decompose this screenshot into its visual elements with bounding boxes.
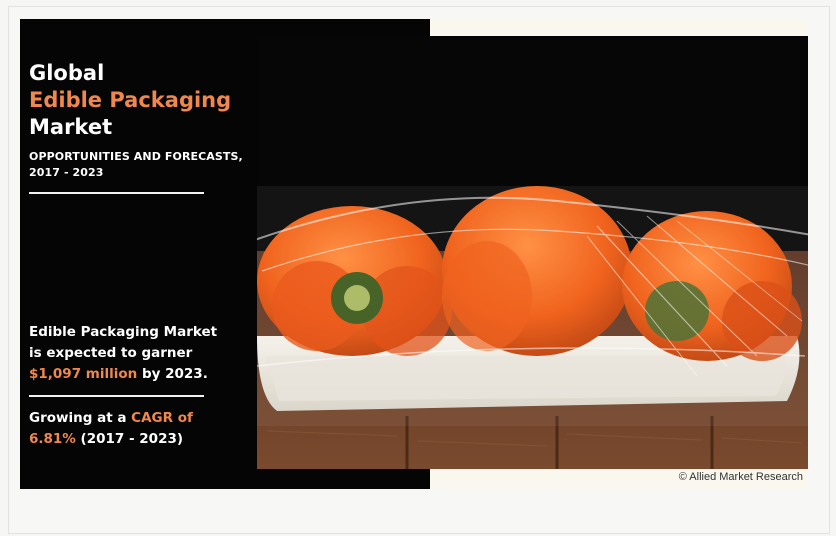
cagr-prefix: Growing at a [29,410,132,426]
market-value-suffix: by 2023. [137,366,208,382]
peppers-photo [257,36,808,469]
subtitle-line1: OPPORTUNITIES AND FORECASTS, [29,150,243,163]
stat-line1: Edible Packaging Market [29,324,218,340]
cagr-statement: Growing at a CAGR of 6.81% (2017 - 2023) [29,408,254,450]
stat-line3: $1,097 million by 2023. [29,364,254,385]
title-global: Global [29,61,105,85]
market-size-statement: Edible Packaging Market is expected to g… [29,322,254,385]
headline-block: Global Edible Packaging Market OPPORTUNI… [29,60,249,181]
cagr-period: (2017 - 2023) [75,431,184,447]
cagr-line2: 6.81% (2017 - 2023) [29,429,254,450]
divider-bottom [29,395,204,397]
market-value: $1,097 million [29,366,138,382]
title-edible-packaging: Edible Packaging [29,88,232,112]
divider-top [29,192,204,194]
title-market: Market [29,115,113,139]
subtitle-line2: 2017 - 2023 [29,166,104,179]
cagr-label: CAGR of [131,410,193,426]
subtitle: OPPORTUNITIES AND FORECASTS, 2017 - 2023 [29,149,249,181]
cagr-value: 6.81% [29,431,76,447]
stat-line2: is expected to garner [29,345,193,361]
cagr-line1: Growing at a CAGR of [29,408,254,429]
copyright-notice: © Allied Market Research [678,471,803,483]
